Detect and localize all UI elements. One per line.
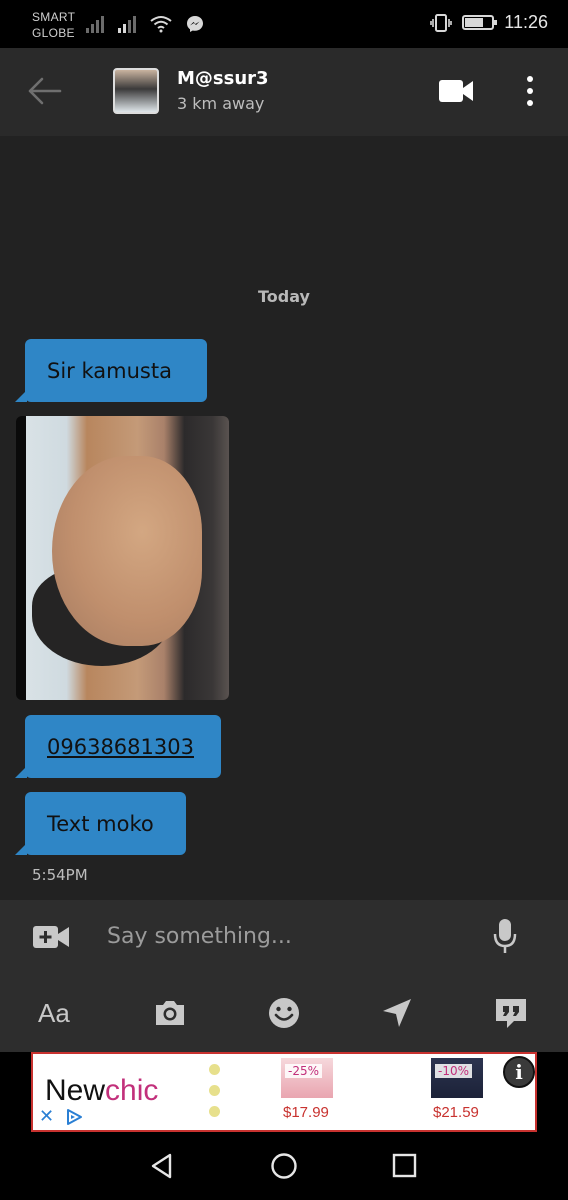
message-photo[interactable] <box>16 416 229 700</box>
location-icon[interactable] <box>380 996 414 1030</box>
message-text: Text moko <box>47 811 154 836</box>
avatar[interactable] <box>113 68 159 114</box>
arrow-left-icon[interactable] <box>26 76 62 106</box>
ad-product-discount: -25% <box>285 1064 323 1078</box>
vibrate-icon <box>430 13 453 32</box>
message-timestamp: 5:54PM <box>32 866 88 884</box>
message-text: Sir kamusta <box>47 358 172 383</box>
carrier-line2: GLOBE <box>32 26 75 40</box>
system-nav-bar <box>0 1132 568 1200</box>
ad-banner-wrap: Newchic ✕ -25% $17.99 -10% $21.59 i <box>0 1052 568 1132</box>
carrier-line1: SMART <box>32 10 76 24</box>
info-icon[interactable]: i <box>503 1056 535 1088</box>
signal-icon <box>118 15 136 33</box>
signal-icon <box>86 15 104 33</box>
ad-dots <box>209 1064 220 1117</box>
phone-link[interactable]: 09638681303 <box>47 735 194 759</box>
nav-back-icon[interactable] <box>148 1152 176 1180</box>
carrier-label: SMART GLOBE <box>32 9 75 41</box>
ad-close-button[interactable]: ✕ <box>39 1106 54 1127</box>
message-bubble[interactable]: 09638681303 <box>15 715 221 778</box>
day-separator: Today <box>258 287 310 306</box>
ad-product-price: $21.59 <box>433 1104 479 1121</box>
microphone-icon[interactable] <box>493 918 517 954</box>
ad-product-discount: -10% <box>435 1064 473 1078</box>
message-bubble[interactable]: Text moko <box>15 792 186 855</box>
contact-name[interactable]: M@ssur3 <box>177 68 269 89</box>
camera-icon[interactable] <box>153 996 187 1030</box>
status-bar: SMART GLOBE 11:26 <box>0 0 568 48</box>
emoji-icon[interactable] <box>267 996 301 1030</box>
message-input[interactable]: Say something... <box>107 924 292 949</box>
wifi-icon <box>150 16 172 33</box>
video-camera-icon[interactable] <box>438 78 474 104</box>
battery-icon <box>462 15 498 30</box>
status-time: 11:26 <box>504 12 548 32</box>
more-vert-icon[interactable] <box>518 74 542 108</box>
nav-recents-icon[interactable] <box>391 1152 419 1180</box>
chat-header: M@ssur3 3 km away <box>0 48 568 136</box>
nav-home-icon[interactable] <box>270 1152 298 1180</box>
video-add-icon[interactable] <box>32 924 70 950</box>
quote-icon[interactable] <box>494 996 528 1030</box>
message-list[interactable]: Today Sir kamusta 09638681303 Text moko … <box>0 136 568 900</box>
message-bubble[interactable]: Sir kamusta <box>15 339 207 402</box>
messenger-icon <box>187 16 203 32</box>
ad-banner[interactable]: Newchic ✕ -25% $17.99 -10% $21.59 i <box>31 1052 537 1132</box>
adchoices-icon[interactable] <box>65 1108 83 1126</box>
contact-distance: 3 km away <box>177 94 265 113</box>
ad-product-price: $17.99 <box>283 1104 329 1121</box>
composer: Say something... Aa <box>0 900 568 1052</box>
text-format-button[interactable]: Aa <box>38 996 70 1030</box>
ad-brand-logo: Newchic <box>45 1074 159 1107</box>
